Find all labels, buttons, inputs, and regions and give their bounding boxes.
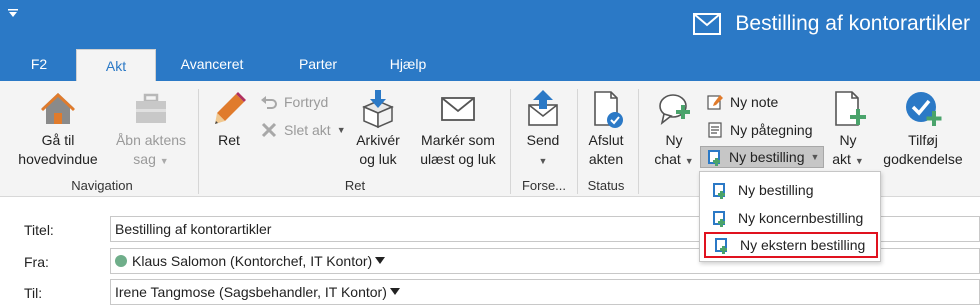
mark-unread-close-button[interactable]: Markér som ulæst og luk — [412, 89, 504, 169]
briefcase-icon — [136, 93, 166, 123]
finish-label-line2: akten — [588, 151, 624, 167]
undo-label: Fortryd — [284, 94, 329, 110]
title-value: Bestilling af kontorartikler — [115, 221, 272, 237]
tab-parter[interactable]: Parter — [286, 48, 350, 81]
new-act-button[interactable]: Ny akt ▼ — [826, 89, 870, 171]
goto-label-line1: Gå til — [41, 132, 75, 148]
finish-label-line1: Afslut — [588, 132, 624, 148]
title-label: Titel: — [24, 222, 54, 238]
act-label-line1: Ny — [839, 132, 857, 148]
new-note-button[interactable]: Ny note — [706, 91, 778, 113]
new-order-label: Ny bestilling — [729, 149, 805, 165]
to-value: Irene Tangmose (Sagsbehandler, IT Kontor… — [115, 284, 387, 300]
order-icon — [713, 183, 725, 199]
add-approval-button[interactable]: Tilføj godkendelse — [874, 89, 972, 169]
group-label-ret: Ret — [344, 178, 366, 193]
from-label: Fra: — [24, 254, 49, 270]
chat-icon — [659, 94, 690, 125]
chevron-down-icon: ▼ — [538, 156, 548, 166]
title-bar: Bestilling af kontorartikler — [0, 0, 980, 48]
pencil-icon — [215, 92, 246, 124]
approval-icon — [906, 92, 942, 126]
delete-act-label: Slet akt — [284, 122, 331, 138]
new-endorsement-button[interactable]: Ny påtegning — [706, 119, 813, 141]
approval-label-line2: godkendelse — [883, 151, 963, 167]
new-chat-button[interactable]: Ny chat ▼ — [650, 89, 698, 171]
dropdown-arrow-icon[interactable] — [375, 257, 386, 264]
endorsement-icon — [708, 122, 722, 138]
new-order-button[interactable]: Ny bestilling ▼ — [700, 146, 825, 168]
group-label-status: Status — [587, 178, 625, 193]
menu-item-label: Ny ekstern bestilling — [740, 237, 866, 253]
delete-icon — [261, 122, 277, 138]
menu-item-label: Ny bestilling — [738, 182, 814, 198]
goto-label-line2: hovedvindue — [18, 151, 98, 167]
chevron-down-icon: ▼ — [336, 125, 346, 135]
to-field[interactable]: Irene Tangmose (Sagsbehandler, IT Kontor… — [110, 279, 980, 305]
group-label-forward: Forse... — [521, 178, 567, 193]
send-button[interactable]: Send ▼ — [516, 89, 570, 171]
tab-hjaelp[interactable]: Hjælp — [376, 48, 440, 81]
archive-close-button[interactable]: Arkivér og luk — [348, 89, 408, 169]
ribbon-tabs: F2 Akt Avanceret Parter Hjælp — [0, 48, 980, 81]
mail-icon — [693, 13, 722, 35]
from-value: Klaus Salomon (Kontorchef, IT Kontor) — [132, 253, 373, 269]
goto-main-window-button[interactable]: Gå til hovedvindue — [12, 89, 104, 169]
new-order-dropdown-menu: Ny bestilling Ny koncernbestilling Ny ek… — [699, 171, 881, 262]
order-icon — [708, 150, 720, 166]
group-order-icon — [713, 211, 725, 227]
quick-access-dropdown-icon[interactable] — [6, 8, 20, 18]
group-separator — [510, 89, 511, 194]
mark-label-line1: Markér som — [421, 132, 495, 148]
open-case-label-line1: Åbn aktens — [115, 132, 187, 148]
new-act-icon — [835, 91, 866, 126]
send-icon — [528, 90, 558, 126]
open-case-label-line2: sag — [133, 151, 156, 167]
undo-icon — [261, 96, 277, 109]
chevron-down-icon: ▼ — [684, 156, 694, 166]
group-separator — [638, 89, 639, 194]
edit-button[interactable]: Ret — [206, 89, 252, 150]
mark-label-line2: ulæst og luk — [420, 151, 496, 167]
menu-item-label: Ny koncernbestilling — [738, 210, 864, 226]
to-label: Til: — [24, 285, 43, 301]
group-separator — [198, 89, 199, 194]
edit-label: Ret — [218, 132, 240, 148]
group-label-navigation: Navigation — [71, 178, 133, 193]
archive-label-line1: Arkivér — [356, 132, 400, 148]
new-endorsement-label: Ny påtegning — [730, 122, 813, 138]
undo-button[interactable]: Fortryd — [260, 91, 328, 113]
archive-label-line2: og luk — [359, 151, 397, 167]
tab-akt[interactable]: Akt — [76, 49, 156, 81]
open-case-button[interactable]: Åbn aktens sag ▼ — [110, 89, 192, 171]
chat-label-line2: chat — [654, 151, 681, 167]
presence-status-icon — [115, 255, 127, 267]
house-icon — [41, 93, 75, 124]
act-label-line2: akt — [832, 151, 851, 167]
tab-avanceret[interactable]: Avanceret — [168, 48, 256, 81]
chevron-down-icon: ▼ — [159, 156, 169, 166]
chevron-down-icon: ▼ — [810, 152, 820, 162]
new-note-label: Ny note — [730, 94, 779, 110]
tab-f2[interactable]: F2 — [22, 48, 56, 81]
finish-document-icon — [594, 91, 623, 128]
chat-label-line1: Ny — [665, 132, 683, 148]
menu-item-new-group-order[interactable]: Ny koncernbestilling — [704, 205, 878, 231]
external-order-icon — [715, 238, 727, 254]
note-icon — [707, 95, 723, 110]
archive-box-icon — [362, 90, 394, 129]
dropdown-arrow-icon[interactable] — [389, 288, 400, 295]
envelope-icon — [441, 97, 475, 121]
approval-label-line1: Tilføj — [908, 132, 938, 148]
delete-act-button[interactable]: Slet akt ▼ — [260, 119, 346, 141]
send-label: Send — [526, 132, 560, 148]
window-title: Bestilling af kontorartikler — [735, 12, 970, 35]
chevron-down-icon: ▼ — [854, 156, 864, 166]
menu-item-new-order[interactable]: Ny bestilling — [704, 177, 878, 203]
menu-item-new-external-order[interactable]: Ny ekstern bestilling — [704, 232, 878, 258]
finish-act-button[interactable]: Afslut akten — [582, 89, 630, 169]
